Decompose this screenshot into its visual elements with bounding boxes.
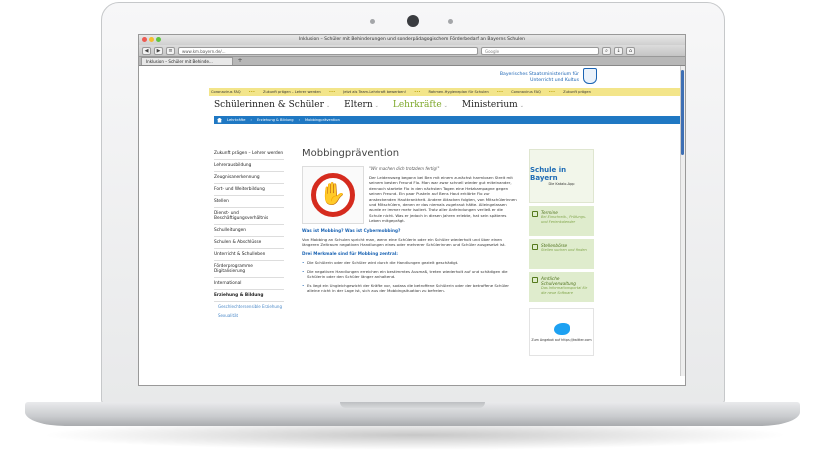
laptop-mockup: Inklusion – Schüler mit Behinderungen un… xyxy=(0,0,825,468)
main-content: Mobbingprävention ✋ "Wir machen dich tro… xyxy=(302,148,517,297)
maximize-icon[interactable] xyxy=(156,37,161,42)
browser-screen: Inklusion – Schüler mit Behinderungen un… xyxy=(138,34,686,386)
sidebar-nav: Zukunft prägen – Lehrer werden Lehreraus… xyxy=(214,148,284,320)
sidebar-item[interactable]: Fort- und Weiterbildung xyxy=(214,184,284,196)
ministry-title[interactable]: Bayerisches Staatsministerium für Unterr… xyxy=(484,72,579,83)
paragraph: Von Mobbing an Schulen spricht man, wenn… xyxy=(302,236,506,248)
twitter-text: Zum Angebot auf https://twitter.com xyxy=(531,337,592,342)
subheading: Drei Merkmale sind für Mobbing zentral: xyxy=(302,251,398,257)
nav-schueler[interactable]: Schülerinnen & Schüler ⌄ xyxy=(214,100,330,110)
sidebar-item[interactable]: Dienst- und Beschäftigungsverhältnis xyxy=(214,208,284,225)
subheading: Was ist Mobbing? Was ist Cybermobbing? xyxy=(302,227,401,233)
breadcrumb-item[interactable]: Erziehung & Bildung xyxy=(257,118,294,122)
app-logo: Schule in Bayern xyxy=(530,166,567,182)
twitter-bird-icon xyxy=(553,322,570,335)
ticker-item[interactable]: Zukunft prägen – Lehrer werden xyxy=(263,90,321,94)
nav-ministerium[interactable]: Ministerium ⌄ xyxy=(462,100,524,110)
widget-text: Das Informationsportal für die neue Soft… xyxy=(541,286,588,295)
widget-text: Stellen suchen und finden xyxy=(541,248,587,252)
sidebar-item[interactable]: Schulen & Abschlüsse xyxy=(214,237,284,249)
stop-sign-icon: ✋ xyxy=(311,173,355,217)
search-icon[interactable]: ⌕ xyxy=(602,46,611,55)
list-item: Es liegt ein Ungleichgewicht der Kräfte … xyxy=(302,283,517,294)
tab-bar: Inklusion – Schüler mit Behinde... + xyxy=(139,57,685,66)
bezel-dot-left xyxy=(370,19,375,24)
web-page: Bayerisches Staatsministerium für Unterr… xyxy=(139,66,685,376)
calendar-icon xyxy=(532,211,538,217)
sidebar-item[interactable]: Zukunft prägen – Lehrer werden xyxy=(214,148,284,160)
ticker-item[interactable]: Zukunft prägen xyxy=(563,90,591,94)
page-title: Mobbingprävention xyxy=(302,148,400,159)
ticker-item[interactable]: Rahmen-Hygieneplan für Schulen xyxy=(428,90,488,94)
sidebar-item[interactable]: Unterricht & Schulleben xyxy=(214,249,284,261)
url-input[interactable]: www.km.bayern.de/... xyxy=(178,46,478,55)
scrollbar[interactable] xyxy=(680,66,685,376)
window-titlebar: Inklusion – Schüler mit Behinderungen un… xyxy=(139,35,685,45)
nav-eltern[interactable]: Eltern ⌄ xyxy=(344,100,379,110)
sidebar-item[interactable]: Stellen xyxy=(214,196,284,208)
home-button-icon[interactable]: ⌂ xyxy=(626,46,635,55)
glasses-icon xyxy=(532,244,538,250)
browser-toolbar: ◀ ▶ ≡ www.km.bayern.de/... Google ⌕ ↓ ⌂ xyxy=(139,45,685,57)
twitter-promo[interactable]: Zum Angebot auf https://twitter.com xyxy=(529,308,594,356)
sidebar-item[interactable]: Förderprogramme Digitalisierung xyxy=(214,261,284,278)
widget-termine[interactable]: Termine Bei Einschreib-, Prüfungs- und F… xyxy=(529,206,594,236)
camera-icon xyxy=(407,15,419,27)
sidebar-item-active[interactable]: Erziehung & Bildung xyxy=(214,290,284,302)
ticker-item[interactable]: Coronavirus FAQ xyxy=(511,90,541,94)
back-button[interactable]: ◀ xyxy=(142,46,151,55)
sidebar-subitem[interactable]: Sexualität xyxy=(214,311,284,320)
breadcrumb-item: Mobbingprävention xyxy=(305,118,340,122)
app-subtitle: Die Katalo-App xyxy=(548,182,575,186)
widget-title: Amtliche Schulverwaltung xyxy=(541,276,576,286)
nav-lehrkraefte[interactable]: Lehrkräfte ⌄ xyxy=(393,100,448,110)
hand-icon: ✋ xyxy=(319,182,347,207)
app-promo[interactable]: Schule in Bayern Die Katalo-App xyxy=(529,149,594,203)
close-icon[interactable] xyxy=(142,37,147,42)
ticker-item[interactable]: Jetzt als Team-Lehrkraft bewerben! xyxy=(343,90,406,94)
asv-icon xyxy=(532,277,538,283)
widget-stellenboerse[interactable]: Stellenbörse Stellen suchen und finden xyxy=(529,239,594,269)
right-column: Schule in Bayern Die Katalo-App Termine … xyxy=(529,149,594,356)
window-controls xyxy=(142,37,161,42)
home-icon[interactable] xyxy=(217,117,222,123)
tab-active[interactable]: Inklusion – Schüler mit Behinde... xyxy=(141,57,233,65)
sidebar-item[interactable]: Lehrerausbildung xyxy=(214,160,284,172)
stop-image: ✋ xyxy=(302,166,364,224)
bezel-dot-right xyxy=(448,19,453,24)
download-icon[interactable]: ↓ xyxy=(614,46,623,55)
search-input[interactable]: Google xyxy=(481,46,599,55)
window-title: Inklusion – Schüler mit Behinderungen un… xyxy=(298,37,526,42)
minimize-icon[interactable] xyxy=(149,37,154,42)
forward-button[interactable]: ▶ xyxy=(154,46,163,55)
widget-text: Bei Einschreib-, Prüfungs- und Ferienkal… xyxy=(541,215,587,224)
bookmarks-icon[interactable]: ≡ xyxy=(166,46,175,55)
list-item: Die Schülerin oder der Schüler wird durc… xyxy=(302,260,517,266)
sidebar-item[interactable]: International xyxy=(214,278,284,290)
bavaria-crest-icon[interactable] xyxy=(583,68,597,84)
sidebar-item[interactable]: Schulleitungen xyxy=(214,225,284,237)
new-tab-button[interactable]: + xyxy=(233,57,247,65)
list-item: Die negativen Handlungen erreichen ein b… xyxy=(302,269,517,280)
widget-schulverwaltung[interactable]: Amtliche Schulverwaltung Das Information… xyxy=(529,272,594,302)
breadcrumb: Lehrkräfte › Erziehung & Bildung › Mobbing… xyxy=(214,116,682,124)
news-ticker: Coronavirus FAQ ••• Zukunft prägen – Lehr… xyxy=(209,88,681,96)
ticker-item[interactable]: Coronavirus FAQ xyxy=(211,90,241,94)
laptop-base-notch xyxy=(340,402,485,408)
sidebar-subitem[interactable]: Geschlechtersensible Erziehung xyxy=(214,302,284,311)
main-navigation: Schülerinnen & Schüler ⌄ Eltern ⌄ Lehrkräf… xyxy=(214,100,524,110)
sidebar-item[interactable]: Zeugnisanerkennung xyxy=(214,172,284,184)
ministry-line-2: Unterricht und Kultus xyxy=(530,77,579,83)
scrollbar-thumb[interactable] xyxy=(681,70,684,155)
breadcrumb-item[interactable]: Lehrkräfte xyxy=(227,118,246,122)
